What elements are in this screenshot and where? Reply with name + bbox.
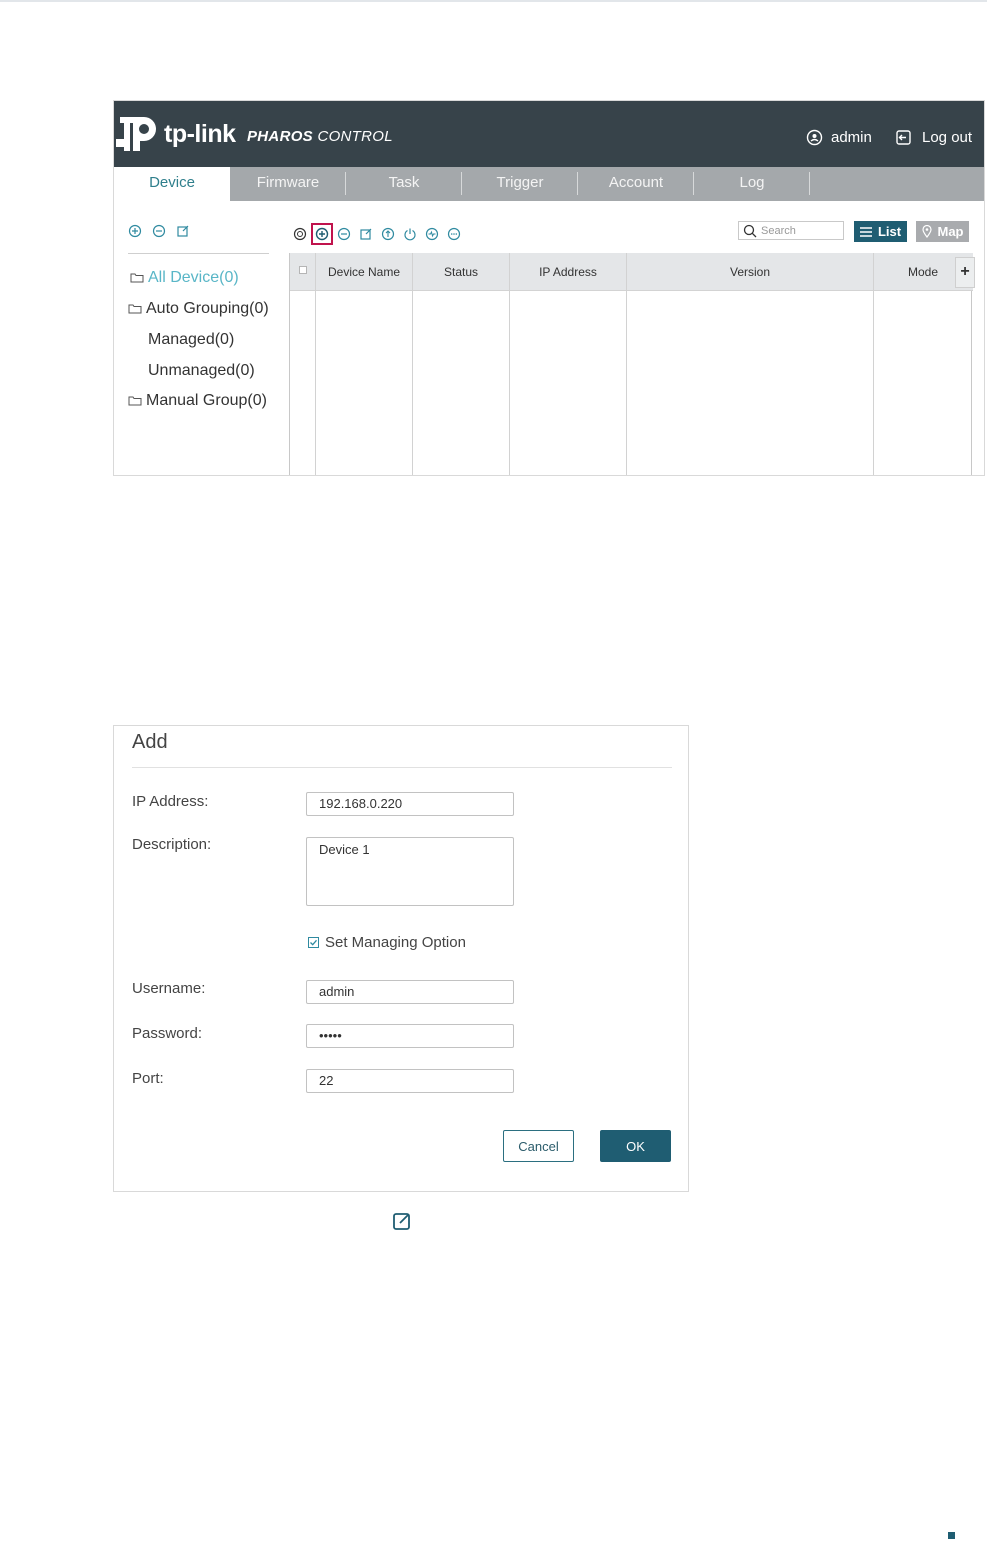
logout-icon xyxy=(896,130,911,145)
edit-device-button[interactable] xyxy=(355,223,377,245)
tp-link-logo-mark-icon xyxy=(116,117,156,151)
column-header[interactable]: IP Address xyxy=(510,253,626,291)
add-device-dialog: Add IP Address: 192.168.0.220 Descriptio… xyxy=(113,725,689,1192)
search-placeholder: Search xyxy=(761,224,796,237)
more-icon xyxy=(447,227,461,241)
pharos-control-window: tp-link PHAROS CONTROL admin Log out Dev… xyxy=(113,100,985,476)
ip-address-input[interactable]: 192.168.0.220 xyxy=(306,792,514,816)
ip-address-label: IP Address: xyxy=(132,793,209,810)
tp-link-logo: tp-link xyxy=(116,111,236,159)
username-label: Username: xyxy=(132,980,206,997)
group-toolbar xyxy=(128,224,190,238)
user-menu[interactable]: admin xyxy=(806,129,872,146)
column-status: Status xyxy=(413,253,510,475)
tab-firmware[interactable]: Firmware xyxy=(230,167,346,201)
map-pin-icon xyxy=(921,225,932,238)
tree-item-label: Auto Grouping(0) xyxy=(146,300,269,317)
password-input[interactable]: ••••• xyxy=(306,1024,514,1048)
pulse-icon xyxy=(425,227,439,241)
set-managing-option[interactable]: Set Managing Option xyxy=(308,934,466,951)
folder-icon xyxy=(128,304,142,314)
dialog-divider xyxy=(132,767,672,768)
tree-item-manual-group[interactable]: Manual Group(0) xyxy=(128,392,267,410)
device-toolbar xyxy=(289,223,465,245)
discover-icon xyxy=(293,227,307,241)
edit-icon xyxy=(393,1213,410,1230)
main-tabs: Device Firmware Task Trigger Account Log xyxy=(114,167,984,201)
list-view-button[interactable]: List xyxy=(854,221,907,242)
set-managing-label: Set Managing Option xyxy=(325,934,466,951)
tree-item-label: Manual Group(0) xyxy=(146,392,267,409)
device-table: Device Name Status IP Address Version Mo… xyxy=(289,253,973,475)
add-group-icon[interactable] xyxy=(128,224,142,238)
page-marker xyxy=(948,1532,955,1539)
tree-item-label: All Device(0) xyxy=(148,269,239,286)
tab-device[interactable]: Device xyxy=(114,167,230,201)
tree-divider xyxy=(128,253,269,254)
search-input[interactable]: Search xyxy=(738,221,844,240)
column-header[interactable]: Device Name xyxy=(316,253,412,291)
folder-icon xyxy=(128,396,142,406)
search-icon xyxy=(743,224,757,237)
upgrade-device-button[interactable] xyxy=(377,223,399,245)
column-version: Version xyxy=(627,253,874,475)
tree-item-unmanaged[interactable]: Unmanaged(0) xyxy=(148,362,255,380)
username-label: admin xyxy=(831,129,872,146)
brand-name: tp-link xyxy=(164,120,236,148)
tab-log[interactable]: Log xyxy=(694,167,810,201)
tab-trigger[interactable]: Trigger xyxy=(462,167,578,201)
column-device-name: Device Name xyxy=(316,253,413,475)
map-view-button[interactable]: Map xyxy=(916,221,969,242)
select-all-checkbox[interactable] xyxy=(299,266,307,274)
checkmark-icon xyxy=(310,939,317,946)
dialog-title: Add xyxy=(132,731,168,753)
edit-group-icon[interactable] xyxy=(176,224,190,238)
add-icon xyxy=(315,227,329,241)
folder-icon xyxy=(130,273,144,283)
tree-item-managed[interactable]: Managed(0) xyxy=(148,331,234,349)
monitor-device-button[interactable] xyxy=(421,223,443,245)
port-label: Port: xyxy=(132,1070,164,1087)
app-header: tp-link PHAROS CONTROL admin Log out xyxy=(114,101,984,167)
logout-button[interactable]: Log out xyxy=(895,129,972,146)
add-column-button[interactable]: + xyxy=(955,257,975,288)
edit-icon xyxy=(360,228,372,240)
tree-item-label: Unmanaged(0) xyxy=(148,362,255,379)
logout-label: Log out xyxy=(922,129,973,146)
remove-device-button[interactable] xyxy=(333,223,355,245)
description-textarea[interactable]: Device 1 xyxy=(306,837,514,906)
page-top-rule xyxy=(0,0,987,2)
remove-group-icon[interactable] xyxy=(152,224,166,238)
username-input[interactable]: admin xyxy=(306,980,514,1004)
tab-account[interactable]: Account xyxy=(578,167,694,201)
cancel-button[interactable]: Cancel xyxy=(503,1130,574,1162)
column-header[interactable]: Status xyxy=(413,253,509,291)
add-device-button[interactable] xyxy=(311,223,333,245)
ok-button[interactable]: OK xyxy=(600,1130,671,1162)
product-name-light: CONTROL xyxy=(312,128,393,145)
tree-item-all-device[interactable]: All Device(0) xyxy=(130,269,239,287)
reboot-device-button[interactable] xyxy=(399,223,421,245)
user-icon xyxy=(806,129,823,146)
map-view-label: Map xyxy=(937,224,964,239)
product-name: PHAROS CONTROL xyxy=(247,128,393,145)
tree-item-auto-grouping[interactable]: Auto Grouping(0) xyxy=(128,300,269,318)
discover-button[interactable] xyxy=(289,223,311,245)
list-view-label: List xyxy=(877,224,902,239)
set-managing-checkbox[interactable] xyxy=(308,937,319,948)
remove-icon xyxy=(337,227,351,241)
list-icon xyxy=(859,226,872,237)
description-label: Description: xyxy=(132,836,212,853)
upgrade-icon xyxy=(381,227,395,241)
product-name-bold: PHAROS xyxy=(247,128,313,145)
password-label: Password: xyxy=(132,1025,203,1042)
port-input[interactable]: 22 xyxy=(306,1069,514,1093)
column-ip-address: IP Address xyxy=(510,253,627,475)
select-column xyxy=(290,253,316,475)
more-actions-button[interactable] xyxy=(443,223,465,245)
power-icon xyxy=(404,228,416,241)
column-header[interactable]: Version xyxy=(627,253,873,291)
tree-item-label: Managed(0) xyxy=(148,331,235,348)
tab-task[interactable]: Task xyxy=(346,167,462,201)
